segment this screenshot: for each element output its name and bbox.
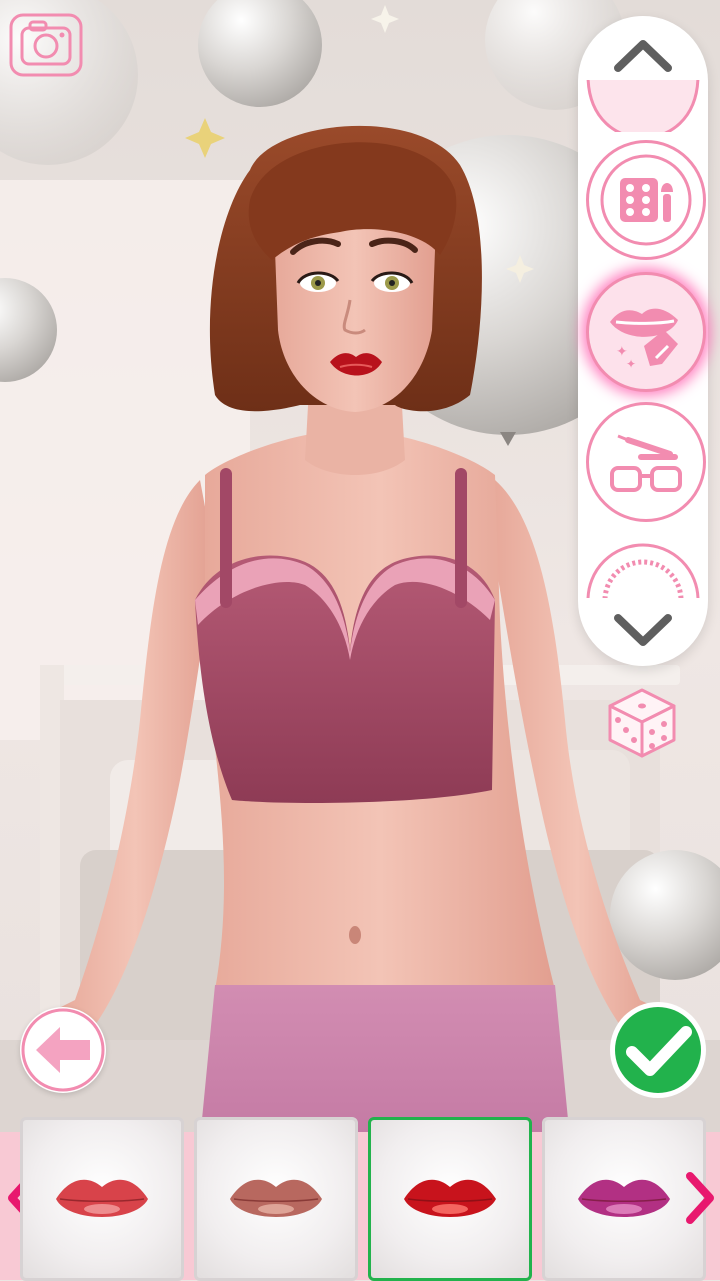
makeup-category-panel: ✦ ✦ <box>578 16 708 666</box>
lip-color-option[interactable] <box>20 1117 184 1281</box>
back-button[interactable] <box>20 1007 106 1093</box>
lip-color-option[interactable] <box>542 1117 706 1281</box>
dice-icon <box>608 688 676 758</box>
checkmark-icon <box>610 1002 706 1098</box>
lips-swatch-icon <box>578 1179 670 1217</box>
lipstick-icon: ✦ ✦ <box>610 308 678 371</box>
circle-accessory-icon <box>586 543 700 598</box>
lips-swatch-icon <box>230 1179 322 1217</box>
scroll-up-button[interactable] <box>608 30 678 80</box>
category-blush[interactable] <box>578 80 708 132</box>
category-accessory[interactable] <box>578 532 708 598</box>
chevron-down-icon <box>614 614 672 646</box>
lips-swatch-icon <box>404 1179 496 1217</box>
lips-swatch-icon <box>56 1179 148 1217</box>
tray-next-button[interactable] <box>684 1168 720 1228</box>
mascara-glasses-icon <box>610 434 682 492</box>
camera-icon <box>9 13 83 77</box>
lip-color-option[interactable] <box>368 1117 532 1281</box>
scroll-down-button[interactable] <box>608 604 678 654</box>
category-mascara[interactable] <box>586 402 706 522</box>
confirm-button[interactable] <box>608 1000 708 1100</box>
lip-color-option[interactable] <box>194 1117 358 1281</box>
blush-icon <box>586 80 700 132</box>
chevron-up-icon <box>614 40 672 72</box>
category-lipstick[interactable]: ✦ ✦ <box>586 272 706 392</box>
back-arrow-icon <box>21 1008 105 1092</box>
chevron-right-icon <box>686 1172 714 1224</box>
randomize-button[interactable] <box>604 684 680 760</box>
svg-text:✦: ✦ <box>626 357 636 371</box>
eyeshadow-palette-icon <box>600 154 692 246</box>
category-eyeshadow[interactable] <box>586 140 706 260</box>
camera-button[interactable] <box>8 12 84 78</box>
